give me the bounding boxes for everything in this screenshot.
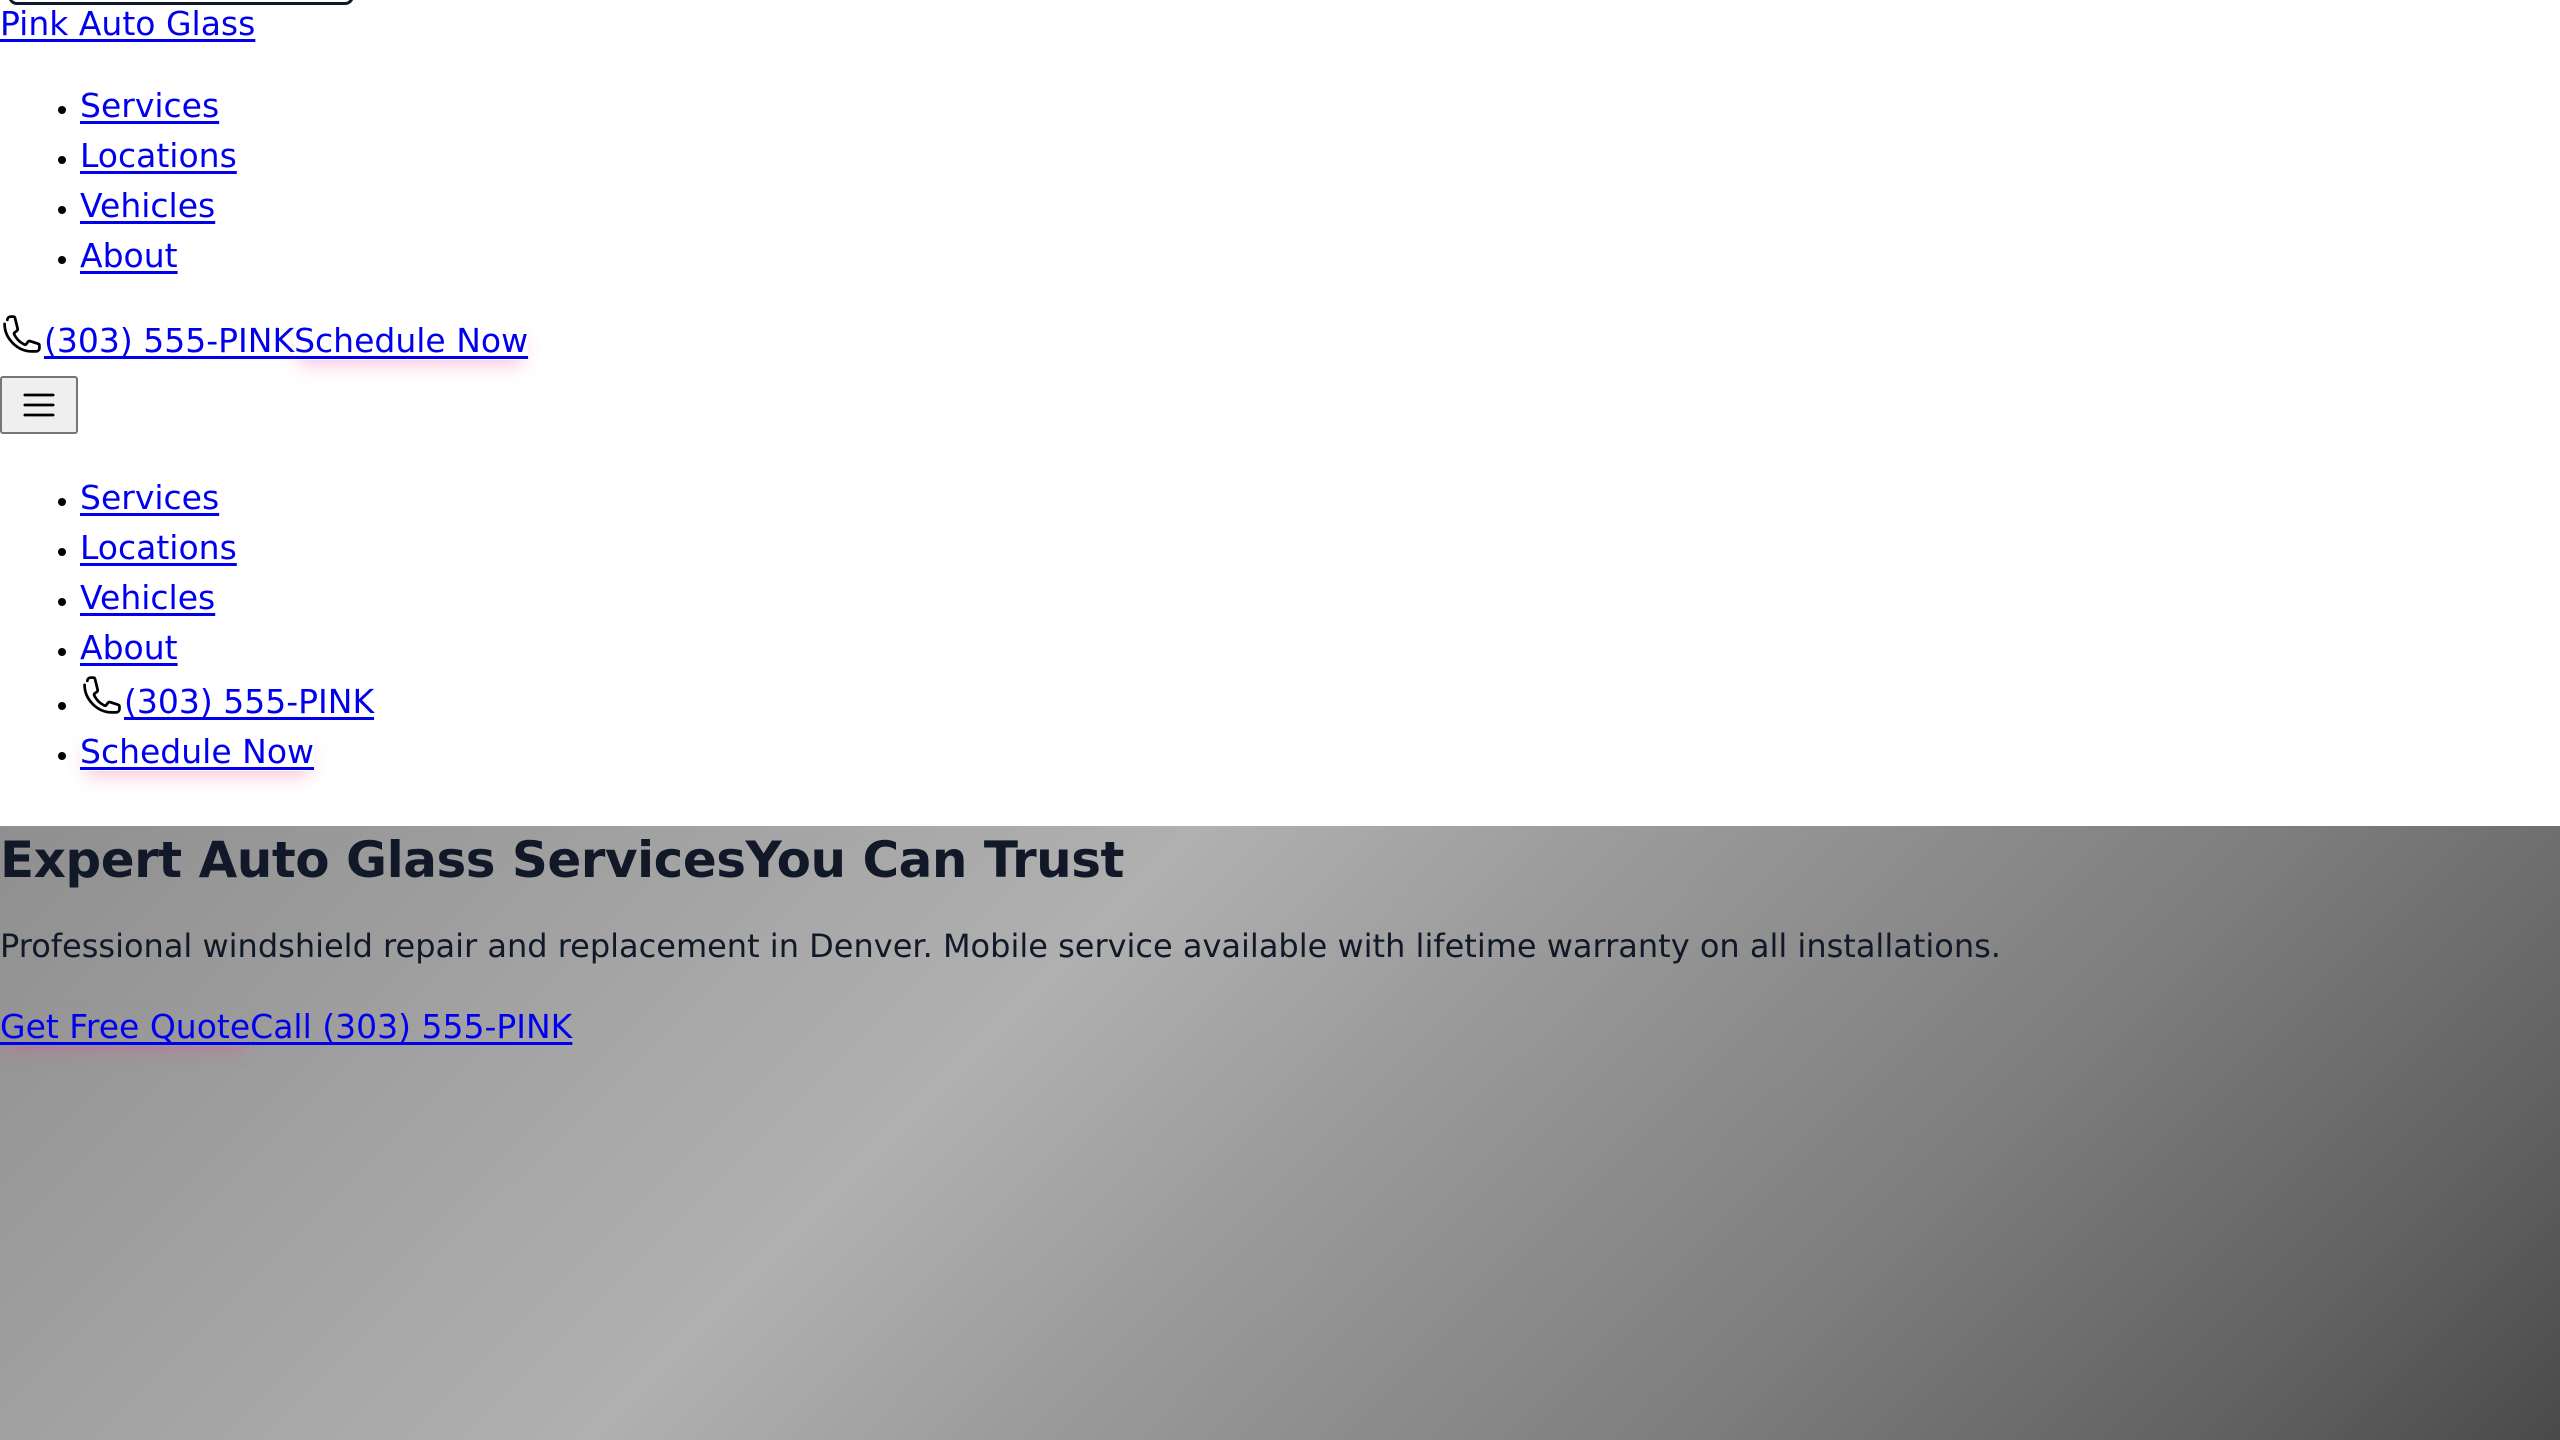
header-cta-row: (303) 555-PINKSchedule Now [0,312,528,363]
hero-call-link[interactable]: Call (303) 555-PINK [250,1007,572,1046]
nav-link-services[interactable]: Services [80,86,219,125]
mobile-nav-link-services[interactable]: Services [80,478,219,517]
mobile-nav: Services Locations Vehicles About (303) … [0,473,374,777]
mobile-nav-item-about: About [80,623,374,673]
mobile-menu-toggle[interactable] [0,376,78,434]
mobile-phone-link[interactable]: (303) 555-PINK [80,676,375,721]
nav-link-about[interactable]: About [80,236,178,275]
mobile-nav-item-vehicles: Vehicles [80,573,374,623]
hero-title-part2: You Can Trust [745,831,1125,889]
nav-item-vehicles: Vehicles [80,181,237,231]
phone-icon [0,312,44,356]
hamburger-menu-icon [19,385,59,425]
header-phone-link[interactable]: (303) 555-PINK [0,315,295,360]
desktop-nav: Services Locations Vehicles About [0,81,237,281]
get-free-quote-button[interactable]: Get Free Quote [0,1007,250,1046]
nav-item-services: Services [80,81,237,131]
nav-item-locations: Locations [80,131,237,181]
header-schedule-button[interactable]: Schedule Now [294,321,528,360]
hero-subtitle: Professional windshield repair and repla… [0,927,2001,965]
hero-cta-row: Get Free QuoteCall (303) 555-PINK [0,1005,572,1049]
mobile-schedule-button[interactable]: Schedule Now [80,732,314,771]
mobile-nav-item-phone: (303) 555-PINK [80,673,374,727]
mobile-phone-label: (303) 555-PINK [124,682,375,721]
hero-section: Expert Auto Glass ServicesYou Can Trust … [0,826,2560,1440]
mobile-nav-item-locations: Locations [80,523,374,573]
nav-link-vehicles[interactable]: Vehicles [80,186,215,225]
mobile-nav-link-vehicles[interactable]: Vehicles [80,578,215,617]
hero-title-part1: Expert Auto Glass Services [0,831,746,889]
brand-logo-link[interactable]: Pink Auto Glass [0,2,255,46]
header-phone-label: (303) 555-PINK [44,321,295,360]
mobile-nav-item-schedule: Schedule Now [80,727,374,777]
mobile-nav-link-about[interactable]: About [80,628,178,667]
nav-item-about: About [80,231,237,281]
phone-icon [80,673,124,717]
hero-title: Expert Auto Glass ServicesYou Can Trust [0,830,1124,890]
nav-link-locations[interactable]: Locations [80,136,237,175]
mobile-nav-item-services: Services [80,473,374,523]
mobile-nav-link-locations[interactable]: Locations [80,528,237,567]
